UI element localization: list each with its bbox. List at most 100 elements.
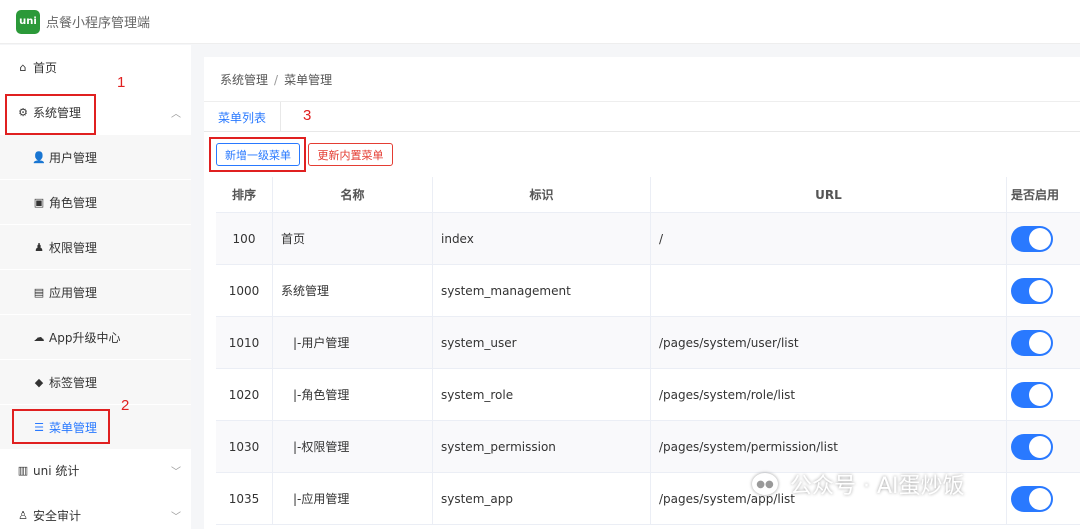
enabled-toggle[interactable] (1011, 225, 1053, 252)
cell-order: 1020 (216, 369, 273, 420)
cell-order: 100 (216, 213, 273, 264)
app-icon: ▤ (33, 285, 45, 299)
enabled-toggle[interactable] (1011, 433, 1053, 460)
sidebar-item-tag-management[interactable]: ◆ 标签管理 (0, 360, 191, 404)
cell-id: system_role (433, 369, 651, 420)
sidebar-item-role-management[interactable]: ▣ 角色管理 (0, 180, 191, 224)
tag-icon: ◆ (34, 375, 44, 389)
cell-name: 系统管理 (273, 265, 433, 316)
sidebar-item-uni-stats[interactable]: ▥ uni 统计 ﹀ (0, 448, 191, 492)
sidebar-item-permission-management[interactable]: ♟ 权限管理 (0, 225, 191, 269)
breadcrumb-level2: 菜单管理 (284, 73, 333, 87)
cell-order: 1000 (216, 265, 273, 316)
sidebar-item-label: App升级中心 (49, 330, 121, 345)
header-id: 标识 (433, 177, 651, 212)
cell-name: |-用户管理 (273, 317, 433, 368)
chevron-up-icon: ︿ (171, 108, 181, 120)
audit-icon: ♙ (18, 508, 28, 522)
sidebar-item-app-upgrade-center[interactable]: ☁ App升级中心 (0, 315, 191, 359)
table-row: 1030 |-权限管理 system_permission/pages/system… (216, 421, 1080, 473)
toggle-knob (1029, 227, 1051, 250)
toggle-knob (1029, 279, 1051, 302)
enabled-toggle[interactable] (1011, 329, 1053, 356)
cell-url: /pages/system/user/list (651, 317, 1007, 368)
stats-icon: ▥ (17, 463, 29, 477)
breadcrumb: 系统管理 / 菜单管理 (220, 71, 332, 88)
sidebar-item-label: uni 统计 (33, 463, 80, 478)
sidebar-item-user-management[interactable]: 👤 用户管理 (0, 135, 191, 179)
table-row: 1000 系统管理 system_management (216, 265, 1080, 317)
cell-order: 1030 (216, 421, 273, 472)
content-panel: 系统管理 / 菜单管理 菜单列表 新增一级菜单 更新内置菜单 排序 名称 标识 UR… (204, 57, 1080, 529)
cell-id: system_user (433, 317, 651, 368)
enabled-toggle[interactable] (1011, 381, 1053, 408)
cell-url: /pages/system/permission/list (651, 421, 1007, 472)
cell-enabled (1007, 265, 1080, 316)
user-icon: 👤 (32, 150, 46, 164)
cell-id: index (433, 213, 651, 264)
cloud-upload-icon: ☁ (33, 330, 45, 344)
sidebar-item-label: 应用管理 (49, 285, 98, 300)
cell-id: system_permission (433, 421, 651, 472)
table-row: 1010 |-用户管理 system_user/pages/system/user/… (216, 317, 1080, 369)
sidebar-item-label: 安全审计 (33, 508, 82, 523)
sidebar-item-label: 权限管理 (49, 240, 98, 255)
cell-enabled (1007, 213, 1080, 264)
header-name: 名称 (273, 177, 433, 212)
sidebar-item-label: 用户管理 (49, 150, 98, 165)
update-builtin-menu-button[interactable]: 更新内置菜单 (308, 143, 393, 166)
sidebar-item-label: 首页 (33, 60, 58, 75)
cell-enabled (1007, 473, 1080, 524)
app-logo: uni (16, 9, 40, 34)
app-header: uni 点餐小程序管理端 (0, 0, 1080, 44)
tab-bar: 菜单列表 (204, 102, 1080, 132)
toggle-knob (1029, 435, 1051, 458)
sidebar-item-label: 标签管理 (49, 375, 98, 390)
cell-order: 1035 (216, 473, 273, 524)
sidebar-item-security-audit[interactable]: ♙ 安全审计 ﹀ (0, 493, 191, 529)
chevron-down-icon: ﹀ (171, 511, 181, 523)
annotation-number-1: 1 (117, 74, 126, 91)
cell-url: /pages/system/role/list (651, 369, 1007, 420)
watermark: ●● 公众号 · AI蛋炒饭 (752, 468, 965, 500)
cell-order: 1010 (216, 317, 273, 368)
table-row: 1020 |-角色管理 system_role/pages/system/role/… (216, 369, 1080, 421)
watermark-text: 公众号 · AI蛋炒饭 (790, 474, 965, 499)
sidebar-item-home[interactable]: ⌂ 首页 (0, 45, 191, 89)
annotation-number-2: 2 (121, 397, 130, 414)
sidebar-item-label: 角色管理 (49, 195, 98, 210)
cell-enabled (1007, 369, 1080, 420)
cell-url (651, 265, 1007, 316)
cell-id: system_app (433, 473, 651, 524)
tab-menu-list[interactable]: 菜单列表 (204, 102, 281, 132)
annotation-number-3: 3 (303, 107, 312, 124)
header-url: URL (651, 177, 1007, 212)
cell-enabled (1007, 421, 1080, 472)
cell-id: system_management (433, 265, 651, 316)
table-header-row: 排序 名称 标识 URL 是否启用 (216, 177, 1080, 213)
table-row: 100 首页 index / (216, 213, 1080, 265)
breadcrumb-separator: / (274, 73, 279, 87)
annotation-box-add-menu (209, 137, 306, 172)
chevron-down-icon: ﹀ (171, 466, 181, 478)
annotation-box-system-management (5, 94, 96, 135)
breadcrumb-level1[interactable]: 系统管理 (220, 73, 268, 87)
toggle-knob (1029, 331, 1051, 354)
wechat-icon: ●● (752, 473, 778, 495)
cell-name: 首页 (273, 213, 433, 264)
cell-name: |-权限管理 (273, 421, 433, 472)
cell-url: / (651, 213, 1007, 264)
enabled-toggle[interactable] (1011, 277, 1053, 304)
cell-enabled (1007, 317, 1080, 368)
header-enabled: 是否启用 (1011, 188, 1060, 202)
annotation-box-menu-management (12, 409, 110, 444)
toggle-knob (1029, 487, 1051, 510)
toggle-knob (1029, 383, 1051, 406)
home-icon: ⌂ (19, 60, 27, 74)
permission-icon: ♟ (34, 240, 44, 254)
role-icon: ▣ (33, 195, 45, 209)
sidebar-item-app-management[interactable]: ▤ 应用管理 (0, 270, 191, 314)
enabled-toggle[interactable] (1011, 485, 1053, 512)
header-order: 排序 (216, 177, 273, 212)
app-title: 点餐小程序管理端 (46, 16, 151, 31)
